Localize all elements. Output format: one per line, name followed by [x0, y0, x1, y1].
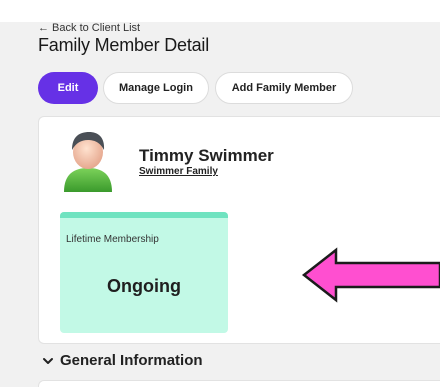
arrow-left-icon [300, 246, 440, 304]
top-band [0, 0, 440, 22]
membership-top-bar [60, 212, 228, 218]
section-title: General Information [60, 352, 203, 369]
add-family-member-button[interactable]: Add Family Member [215, 72, 353, 104]
user-avatar-icon [60, 128, 116, 194]
back-to-client-list-link[interactable]: ← Back to Client List [38, 22, 140, 34]
membership-tile[interactable]: Lifetime Membership Ongoing [60, 212, 228, 333]
membership-label: Lifetime Membership [66, 234, 159, 245]
edit-button[interactable]: Edit [38, 72, 98, 104]
general-information-card [38, 380, 440, 387]
chevron-down-icon [43, 357, 53, 364]
family-link[interactable]: Swimmer Family [139, 166, 218, 177]
membership-status: Ongoing [107, 276, 181, 296]
manage-login-button[interactable]: Manage Login [103, 72, 209, 104]
member-name: Timmy Swimmer [139, 146, 274, 165]
section-general-information[interactable]: General Information [42, 352, 203, 369]
page-title: Family Member Detail [38, 35, 210, 55]
